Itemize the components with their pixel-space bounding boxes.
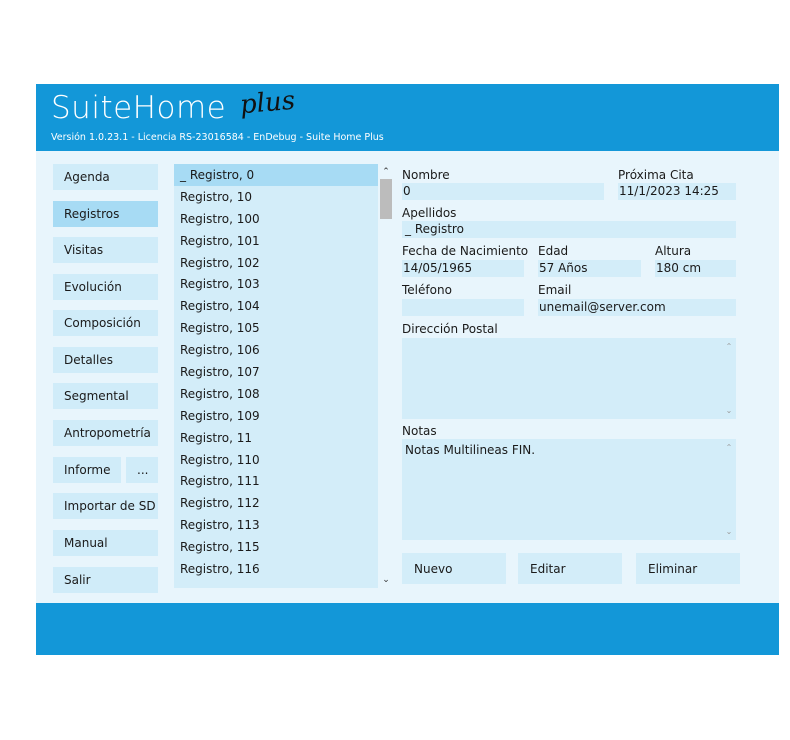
direccion-scroll-down-icon[interactable]: ⌄ — [724, 406, 734, 415]
nav-informe-button[interactable]: Informe — [53, 457, 121, 483]
version-subtitle: Versión 1.0.23.1 - Licencia RS-23016584 … — [51, 132, 384, 143]
direccion-label: Dirección Postal — [402, 322, 498, 336]
list-item[interactable]: Registro, 116 — [174, 558, 378, 580]
eliminar-button[interactable]: Eliminar — [636, 553, 740, 584]
proxima-cita-field[interactable]: 11/1/2023 14:25 — [618, 183, 736, 200]
altura-label: Altura — [655, 244, 692, 258]
scroll-thumb[interactable] — [380, 179, 392, 219]
list-item[interactable]: Registro, 115 — [174, 536, 378, 558]
nav-segmental-button[interactable]: Segmental — [53, 383, 158, 409]
email-label: Email — [538, 283, 572, 297]
app-window: SuiteHome plus Versión 1.0.23.1 - Licenc… — [36, 84, 779, 655]
scroll-down-arrow-icon[interactable]: ⌄ — [378, 574, 394, 588]
list-item[interactable]: Registro, 106 — [174, 339, 378, 361]
edad-field[interactable]: 57 Años — [538, 260, 641, 277]
notas-textarea[interactable]: Notas Multilineas FIN. ⌃ ⌄ — [402, 439, 736, 540]
telefono-field[interactable] — [402, 299, 524, 316]
list-item[interactable]: Registro, 113 — [174, 514, 378, 536]
list-item[interactable]: Registro, 102 — [174, 252, 378, 274]
direccion-scroll-up-icon[interactable]: ⌃ — [724, 342, 734, 351]
editar-button[interactable]: Editar — [518, 553, 622, 584]
proxima-cita-label: Próxima Cita — [618, 168, 694, 182]
records-scrollbar[interactable]: ⌃ ⌄ — [378, 164, 394, 588]
notas-value: Notas Multilineas FIN. — [405, 443, 536, 457]
footer-bar — [36, 603, 779, 655]
nav-visitas-button[interactable]: Visitas — [53, 237, 158, 263]
list-item[interactable]: Registro, 101 — [174, 230, 378, 252]
nombre-label: Nombre — [402, 168, 450, 182]
list-item[interactable]: Registro, 112 — [174, 492, 378, 514]
list-item[interactable]: Registro, 105 — [174, 317, 378, 339]
nav-composicion-button[interactable]: Composición — [53, 310, 158, 336]
list-item[interactable]: Registro, 109 — [174, 405, 378, 427]
nav-informe-more-button[interactable]: ... — [126, 457, 158, 483]
list-item[interactable]: Registro, 103 — [174, 273, 378, 295]
notas-label: Notas — [402, 424, 437, 438]
nav-salir-button[interactable]: Salir — [53, 567, 158, 593]
nav-antropometria-button[interactable]: Antropometría — [53, 420, 158, 446]
direccion-textarea[interactable]: ⌃ ⌄ — [402, 338, 736, 419]
fecha-nacimiento-field[interactable]: 14/05/1965 — [402, 260, 524, 277]
nav-evolucion-button[interactable]: Evolución — [53, 274, 158, 300]
fecha-nacimiento-label: Fecha de Nacimiento — [402, 244, 529, 258]
list-item[interactable]: _ Registro, 0 — [174, 164, 378, 186]
records-list[interactable]: _ Registro, 0 Registro, 10 Registro, 100… — [174, 164, 378, 588]
list-item[interactable]: Registro, 108 — [174, 383, 378, 405]
nav-importar-button[interactable]: Importar de SD — [53, 493, 158, 519]
nombre-field[interactable]: 0 — [402, 183, 604, 200]
header-bar: SuiteHome plus Versión 1.0.23.1 - Licenc… — [36, 84, 779, 151]
list-item[interactable]: Registro, 11 — [174, 427, 378, 449]
scroll-up-arrow-icon[interactable]: ⌃ — [378, 164, 394, 178]
list-item[interactable]: Registro, 111 — [174, 470, 378, 492]
list-item[interactable]: Registro, 100 — [174, 208, 378, 230]
notas-scroll-up-icon[interactable]: ⌃ — [724, 443, 734, 452]
list-item[interactable]: Registro, 10 — [174, 186, 378, 208]
nav-manual-button[interactable]: Manual — [53, 530, 158, 556]
apellidos-field[interactable]: _ Registro — [402, 221, 736, 238]
app-title-plus: plus — [238, 85, 297, 121]
altura-field[interactable]: 180 cm — [655, 260, 736, 277]
email-field[interactable]: unemail@server.com — [538, 299, 736, 316]
telefono-label: Teléfono — [402, 283, 452, 297]
apellidos-label: Apellidos — [402, 206, 457, 220]
nuevo-button[interactable]: Nuevo — [402, 553, 506, 584]
nav-agenda-button[interactable]: Agenda — [53, 164, 158, 190]
edad-label: Edad — [538, 244, 569, 258]
nav-registros-button[interactable]: Registros — [53, 201, 158, 227]
list-item[interactable]: Registro, 110 — [174, 449, 378, 471]
list-item[interactable]: Registro, 107 — [174, 361, 378, 383]
nav-detalles-button[interactable]: Detalles — [53, 347, 158, 373]
notas-scroll-down-icon[interactable]: ⌄ — [724, 527, 734, 536]
list-item[interactable]: Registro, 104 — [174, 295, 378, 317]
app-title: SuiteHome — [51, 90, 227, 126]
